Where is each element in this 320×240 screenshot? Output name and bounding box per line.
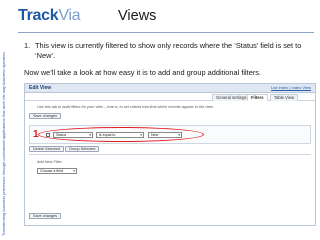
filter-field-value: Status (56, 133, 67, 137)
delete-selected-button[interactable]: Delete Selected (29, 146, 64, 152)
filter-operator-value: is equal to (99, 133, 116, 137)
instruction-note: Now we’ll take a look at how easy it is … (24, 68, 262, 77)
edit-view-title: Edit View (29, 85, 52, 91)
filter-checkbox[interactable] (46, 133, 50, 137)
bullet-text: This view is currently filtered to show … (35, 41, 302, 60)
filter-row: 1 Status ▾ is equal to ▾ New ▾ (29, 125, 311, 144)
edit-view-screenshot: Edit View List Index | Index View Genera… (24, 83, 316, 226)
filter-field-select[interactable]: Status ▾ (53, 132, 93, 138)
choose-field-select[interactable]: Choose a field ▾ (37, 168, 77, 174)
tab-general-settings[interactable]: General settings (212, 94, 251, 101)
save-changes-button-bottom[interactable]: Save changes (29, 213, 62, 219)
section-divider (29, 154, 311, 155)
bullet-number: 1. (24, 41, 31, 50)
trackvia-logo: TrackVia (18, 7, 81, 25)
logo-part-via: Via (58, 7, 81, 24)
vertical-tagline: Transforming business processes through … (0, 0, 9, 240)
chevron-down-icon: ▾ (73, 169, 75, 173)
filter-value: New (151, 133, 159, 137)
logo-part-track: Track (18, 7, 59, 24)
chevron-down-icon: ▾ (140, 133, 142, 137)
tagline-text: Transforming business processes through … (1, 51, 6, 236)
chevron-down-icon: ▾ (178, 133, 180, 137)
group-selected-button[interactable]: Group Selected (65, 146, 100, 152)
choose-field-value: Choose a field (40, 169, 63, 173)
tab-table-view[interactable]: Table View (270, 94, 299, 101)
slide-title: Views (118, 8, 157, 24)
chevron-down-icon: ▾ (89, 133, 91, 137)
filter-operator-select[interactable]: is equal to ▾ (96, 132, 144, 138)
filters-hint: Use this tab to build filters for your v… (37, 105, 214, 109)
add-new-filter-label: Add New Filter (37, 160, 62, 164)
edit-view-header: Edit View List Index | Index View (25, 84, 315, 93)
title-divider (18, 32, 314, 33)
save-changes-button-top[interactable]: Save changes (29, 113, 62, 119)
header-links[interactable]: List Index | Index View (271, 85, 311, 90)
view-tabs: General settings Filters Table View (25, 94, 315, 101)
filter-value-select[interactable]: New ▾ (148, 132, 182, 138)
tab-filters[interactable]: Filters (247, 94, 268, 101)
step-bullet: 1. This view is currently filtered to sh… (24, 41, 314, 61)
